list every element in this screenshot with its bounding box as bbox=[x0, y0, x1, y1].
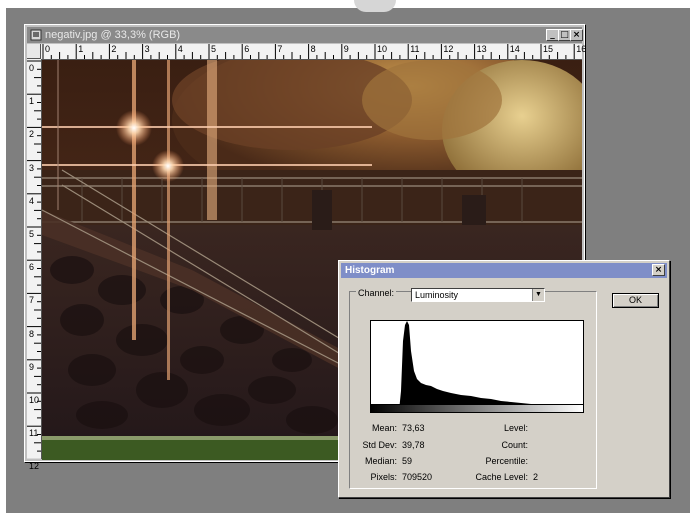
ruler-number: 4 bbox=[29, 195, 35, 206]
ruler-number: 11 bbox=[29, 428, 39, 439]
histogram-title: Histogram bbox=[345, 265, 395, 276]
ruler-number: 12 bbox=[443, 44, 454, 54]
std-dev-value: 39,78 bbox=[402, 440, 425, 450]
ruler-number: 7 bbox=[29, 295, 35, 306]
top-notch bbox=[354, 0, 396, 12]
channel-label: Channel: bbox=[356, 288, 397, 298]
histogram-graph[interactable] bbox=[370, 320, 584, 412]
luminosity-gradient-bar bbox=[370, 404, 584, 413]
histogram-curve bbox=[371, 321, 583, 411]
vertical-ruler[interactable]: 0 1 2 3 4 5 6 7 8 9 10 11 12 bbox=[27, 59, 42, 471]
ruler-number: 14 bbox=[509, 44, 520, 54]
histogram-close-button[interactable]: × bbox=[652, 264, 665, 276]
ruler-number: 11 bbox=[410, 44, 420, 54]
image-window-title: negativ.jpg @ 33,3% (RGB) bbox=[45, 29, 181, 41]
ruler-number: 12 bbox=[29, 461, 40, 472]
ruler-number: 6 bbox=[244, 44, 250, 54]
ruler-number: 9 bbox=[29, 361, 35, 372]
ruler-number: 4 bbox=[177, 44, 183, 54]
ruler-number: 3 bbox=[29, 162, 35, 173]
close-button[interactable]: × bbox=[570, 29, 583, 41]
ruler-number: 8 bbox=[29, 328, 35, 339]
ruler-number: 13 bbox=[476, 44, 487, 54]
histogram-dialog: Histogram × Channel: Luminosity ▼ OK Mea… bbox=[338, 260, 670, 498]
horizontal-ruler[interactable]: 0 1 2 3 4 5 6 7 8 9 10 11 12 13 14 15 16 bbox=[41, 44, 586, 60]
ruler-number: 1 bbox=[78, 44, 84, 54]
ruler-number: 2 bbox=[111, 44, 117, 54]
percentile-label: Percentile: bbox=[485, 456, 528, 466]
ruler-number: 0 bbox=[45, 44, 51, 54]
ruler-number: 2 bbox=[29, 129, 35, 140]
ruler-number: 6 bbox=[29, 262, 35, 273]
cache-level-value: 2 bbox=[533, 472, 539, 482]
channel-select-value: Luminosity bbox=[415, 290, 459, 300]
ruler-number: 9 bbox=[343, 44, 349, 54]
level-label: Level: bbox=[503, 423, 528, 433]
mean-label: Mean: bbox=[371, 423, 397, 433]
median-value: 59 bbox=[402, 456, 413, 466]
ruler-number: 10 bbox=[377, 44, 388, 54]
chevron-down-icon[interactable]: ▼ bbox=[532, 289, 544, 301]
ruler-number: 15 bbox=[543, 44, 554, 54]
ruler-number: 16 bbox=[576, 44, 587, 54]
ruler-number: 10 bbox=[29, 395, 40, 405]
ok-button[interactable]: OK bbox=[612, 293, 659, 308]
mean-value: 73,63 bbox=[402, 423, 425, 433]
std-dev-label: Std Dev: bbox=[362, 440, 397, 450]
ruler-number: 0 bbox=[29, 63, 35, 73]
ruler-origin[interactable] bbox=[27, 44, 41, 59]
ruler-number: 5 bbox=[211, 44, 217, 54]
image-window-titlebar[interactable]: negativ.jpg @ 33,3% (RGB) _ □ × bbox=[27, 27, 583, 43]
ruler-number: 5 bbox=[29, 229, 35, 239]
histogram-titlebar[interactable]: Histogram × bbox=[341, 263, 667, 278]
pixels-value: 709520 bbox=[402, 472, 433, 482]
pixels-label: Pixels: bbox=[370, 472, 397, 482]
count-label: Count: bbox=[501, 440, 528, 450]
document-icon bbox=[30, 29, 42, 41]
channel-select[interactable]: Luminosity ▼ bbox=[411, 288, 545, 302]
ruler-number: 3 bbox=[144, 44, 150, 54]
ruler-number: 8 bbox=[310, 44, 316, 54]
cache-level-label: Cache Level: bbox=[475, 472, 528, 482]
ruler-number: 7 bbox=[277, 44, 283, 54]
median-label: Median: bbox=[364, 456, 397, 466]
ruler-number: 1 bbox=[29, 96, 35, 107]
